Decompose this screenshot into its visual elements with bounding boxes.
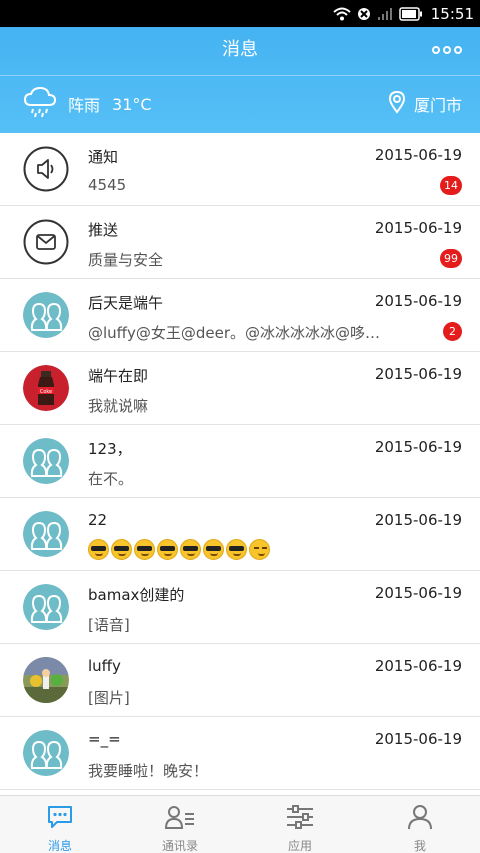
unread-badge: 2 — [443, 322, 462, 341]
message-list: 通知 2015-06-19 4545 14 推送 2015-06-19 质量与安… — [0, 133, 480, 793]
group-avatar-icon — [23, 292, 69, 338]
list-item-123[interactable]: 123， 2015-06-19 在不。 — [0, 425, 480, 498]
item-name: bamax创建的 — [88, 586, 185, 604]
item-date: 2015-06-19 — [374, 584, 462, 602]
item-name: 22 — [88, 511, 108, 529]
tab-label: 我 — [413, 839, 426, 853]
wifi-icon — [333, 7, 351, 21]
contacts-icon — [164, 804, 196, 834]
status-time: 15:51 — [430, 4, 474, 23]
tab-messages[interactable]: 消息 — [0, 796, 120, 853]
speaker-icon — [23, 146, 69, 192]
location-pin-icon — [388, 90, 406, 118]
cool-emoji-icon — [111, 539, 132, 560]
tab-me[interactable]: 我 — [360, 796, 480, 853]
list-item-bamax[interactable]: bamax创建的 2015-06-19 [语音] — [0, 571, 480, 644]
tab-contacts[interactable]: 通讯录 — [120, 796, 240, 853]
item-name: =_= — [88, 730, 121, 748]
location-selector[interactable]: 厦门市 — [388, 86, 462, 122]
item-preview: 在不。 — [88, 470, 134, 488]
location-city: 厦门市 — [413, 96, 462, 115]
item-name: 后天是端午 — [88, 294, 164, 312]
mail-icon — [23, 219, 69, 265]
weather-widget[interactable]: 阵雨 31°C — [22, 86, 152, 122]
svg-text:Coke: Coke — [40, 389, 52, 395]
list-item-equal-underscore[interactable]: =_= 2015-06-19 我要睡啦！晚安！ — [0, 717, 480, 790]
battery-icon — [399, 6, 423, 21]
cool-emoji-icon — [180, 539, 201, 560]
tab-label: 消息 — [47, 839, 72, 853]
sliders-icon — [285, 804, 315, 834]
sim-blocked-icon — [357, 7, 371, 21]
cool-emoji-icon — [134, 539, 155, 560]
more-icon[interactable] — [432, 41, 462, 59]
item-name: 端午在即 — [88, 367, 149, 385]
item-date: 2015-06-19 — [374, 657, 462, 675]
cola-photo-avatar: Coke — [23, 365, 69, 411]
list-item-luffy[interactable]: luffy 2015-06-19 [图片] — [0, 644, 480, 717]
item-preview: @luffy@女王@deer。@冰冰冰冰冰@哆… — [88, 324, 381, 342]
item-preview: 4545 — [88, 176, 127, 194]
list-item-duanwu[interactable]: Coke 端午在即 2015-06-19 我就说嘛 — [0, 352, 480, 425]
cool-emoji-icon — [157, 539, 178, 560]
list-item-22[interactable]: 22 2015-06-19 — [0, 498, 480, 571]
tab-label: 通讯录 — [161, 839, 198, 853]
list-item-push[interactable]: 推送 2015-06-19 质量与安全 99 — [0, 206, 480, 279]
item-name: 123， — [88, 440, 132, 458]
cool-emoji-icon — [203, 539, 224, 560]
item-name: 通知 — [88, 148, 119, 166]
emoji-preview — [88, 539, 270, 560]
unread-badge: 14 — [440, 176, 462, 195]
item-date: 2015-06-19 — [374, 730, 462, 748]
signal-icon — [377, 7, 393, 21]
status-bar: 15:51 — [0, 0, 480, 27]
item-preview: [语音] — [88, 616, 130, 634]
item-preview: 质量与安全 — [88, 251, 164, 269]
page-title: 消息 — [222, 39, 258, 60]
item-name: luffy — [88, 657, 121, 675]
item-date: 2015-06-19 — [374, 219, 462, 237]
cool-emoji-icon — [226, 539, 247, 560]
smirk-emoji-icon — [249, 539, 270, 560]
item-date: 2015-06-19 — [374, 292, 462, 310]
item-preview: [图片] — [88, 689, 130, 707]
weather-condition: 阵雨 — [68, 96, 101, 115]
group-avatar-icon — [23, 584, 69, 630]
chat-icon — [46, 804, 74, 834]
item-date: 2015-06-19 — [374, 146, 462, 164]
luffy-photo-avatar — [23, 657, 69, 703]
group-avatar-icon — [23, 730, 69, 776]
header-divider — [0, 75, 480, 76]
bottom-tab-bar: 消息 通讯录 应用 我 — [0, 795, 480, 853]
list-item-group-chat[interactable]: 后天是端午 2015-06-19 @luffy@女王@deer。@冰冰冰冰冰@哆… — [0, 279, 480, 352]
header: 消息 阵雨 31°C 厦门市 — [0, 27, 480, 133]
item-preview: 我要睡啦！晚安！ — [88, 762, 209, 780]
weather-temperature: 31°C — [112, 94, 152, 114]
person-icon — [407, 804, 433, 834]
group-avatar-icon — [23, 511, 69, 557]
item-date: 2015-06-19 — [374, 511, 462, 529]
rain-cloud-icon — [22, 86, 58, 122]
tab-label: 应用 — [287, 839, 312, 853]
group-avatar-icon — [23, 438, 69, 484]
list-item-notice[interactable]: 通知 2015-06-19 4545 14 — [0, 133, 480, 206]
item-preview: 我就说嘛 — [88, 397, 149, 415]
unread-badge: 99 — [440, 249, 462, 268]
tab-apps[interactable]: 应用 — [240, 796, 360, 853]
cool-emoji-icon — [88, 539, 109, 560]
item-date: 2015-06-19 — [374, 438, 462, 456]
item-name: 推送 — [88, 221, 119, 239]
item-date: 2015-06-19 — [374, 365, 462, 383]
